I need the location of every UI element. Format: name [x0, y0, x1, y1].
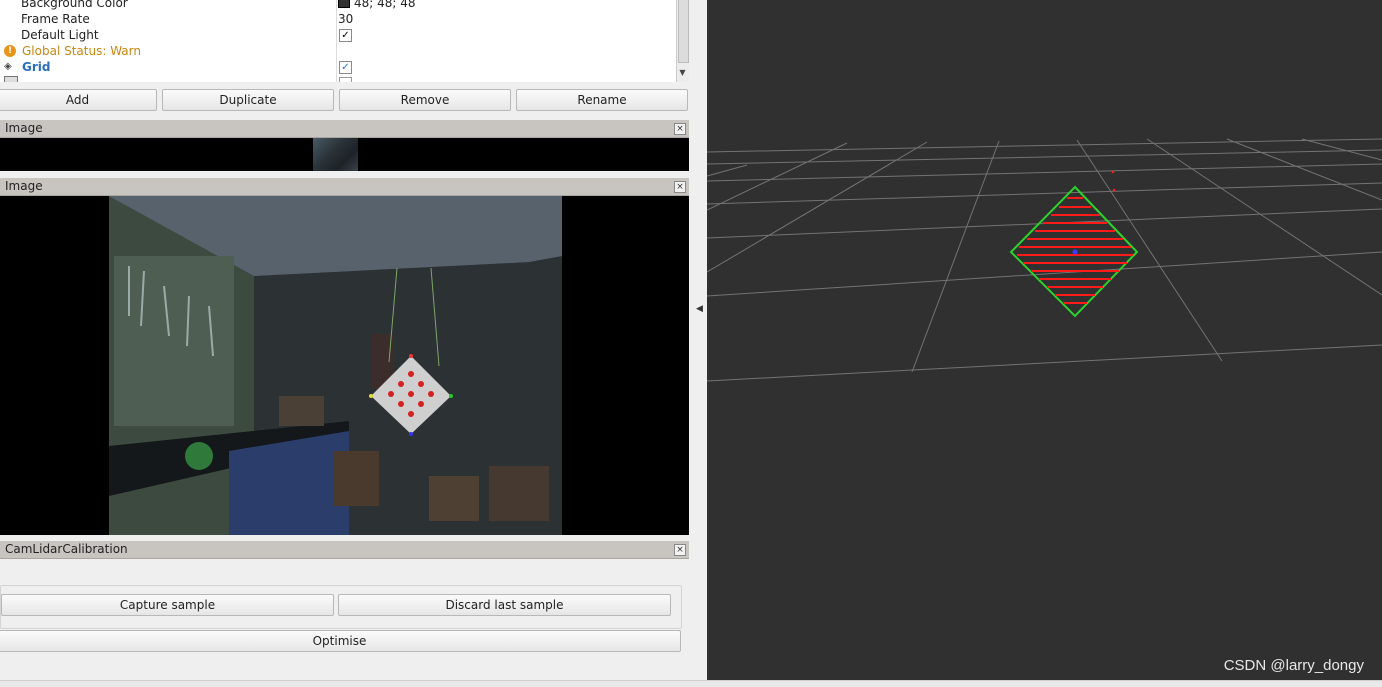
add-button[interactable]: Add — [0, 89, 157, 111]
camera-image — [109, 196, 562, 535]
camera-thumbnail — [313, 138, 358, 171]
display-checkbox[interactable] — [339, 77, 352, 82]
cardboard-box — [279, 396, 324, 426]
cardboard-box — [489, 466, 549, 521]
displays-property-tree: Background Color 48; 48; 48 Frame Rate 3… — [0, 0, 689, 82]
grid-and-pointcloud[interactable] — [706, 0, 1382, 680]
scrollbar-thumb[interactable] — [678, 0, 689, 63]
default-light-checkbox[interactable]: ✓ — [339, 29, 352, 42]
warning-icon: ! — [4, 45, 16, 57]
close-icon[interactable]: × — [674, 123, 686, 135]
discard-last-sample-button[interactable]: Discard last sample — [338, 594, 671, 616]
remove-button[interactable]: Remove — [339, 89, 511, 111]
property-row-frame-rate[interactable]: Frame Rate 30 — [0, 11, 676, 27]
cardboard-box — [429, 476, 479, 521]
display-row-grid[interactable]: ◈ Grid ✓ — [0, 59, 676, 75]
board-corner-left — [369, 394, 373, 398]
rename-button[interactable]: Rename — [516, 89, 688, 111]
close-icon[interactable]: × — [674, 181, 686, 193]
capture-sample-button[interactable]: Capture sample — [1, 594, 334, 616]
image-panel-titlebar[interactable]: Image × — [0, 178, 689, 196]
calibration-panel-titlebar[interactable]: CamLidarCalibration × — [0, 541, 689, 559]
green-object — [185, 442, 213, 470]
duplicate-button[interactable]: Duplicate — [162, 89, 334, 111]
property-name: Background Color — [21, 0, 128, 10]
board-corner-bottom — [409, 432, 413, 436]
property-row-default-light[interactable]: Default Light ✓ — [0, 27, 676, 43]
board-center-marker — [1072, 249, 1078, 255]
stray-point — [1112, 188, 1116, 192]
scroll-down-arrow-icon[interactable]: ▼ — [677, 68, 688, 80]
pegboard-holes — [114, 256, 234, 426]
display-row-next[interactable] — [0, 75, 676, 82]
property-name: Frame Rate — [21, 12, 90, 26]
watermark-text: CSDN @larry_dongy — [1223, 657, 1364, 674]
display-icon — [4, 76, 18, 82]
collapse-arrow-icon[interactable]: ◀ — [696, 304, 703, 314]
close-icon[interactable]: × — [674, 544, 686, 556]
panel-title: CamLidarCalibration — [5, 542, 128, 556]
property-name: Default Light — [21, 28, 99, 42]
property-value[interactable]: 48; 48; 48 — [338, 0, 416, 11]
ground-grid — [706, 138, 1382, 382]
panel-splitter[interactable] — [689, 0, 707, 686]
color-swatch — [338, 0, 350, 8]
optimise-button[interactable]: Optimise — [0, 630, 681, 652]
cardboard-box — [334, 451, 379, 506]
property-row-background-color[interactable]: Background Color 48; 48; 48 — [0, 0, 676, 11]
global-status-label: Global Status: Warn — [22, 44, 141, 58]
grid-enable-checkbox[interactable]: ✓ — [339, 61, 352, 74]
panel-title: Image — [5, 179, 43, 193]
board-corner-top — [409, 354, 413, 358]
grid-display-label: Grid — [22, 60, 51, 74]
camera-scene — [109, 196, 562, 535]
3d-viewport[interactable] — [706, 0, 1382, 680]
board-corner-right — [449, 394, 453, 398]
image-panel-titlebar[interactable]: Image × — [0, 120, 689, 138]
property-value[interactable]: 30 — [338, 11, 353, 27]
global-status-row[interactable]: ! Global Status: Warn — [0, 43, 676, 59]
grid-display-icon: ◈ — [4, 61, 12, 72]
stray-point — [1111, 170, 1115, 174]
panel-title: Image — [5, 121, 43, 135]
